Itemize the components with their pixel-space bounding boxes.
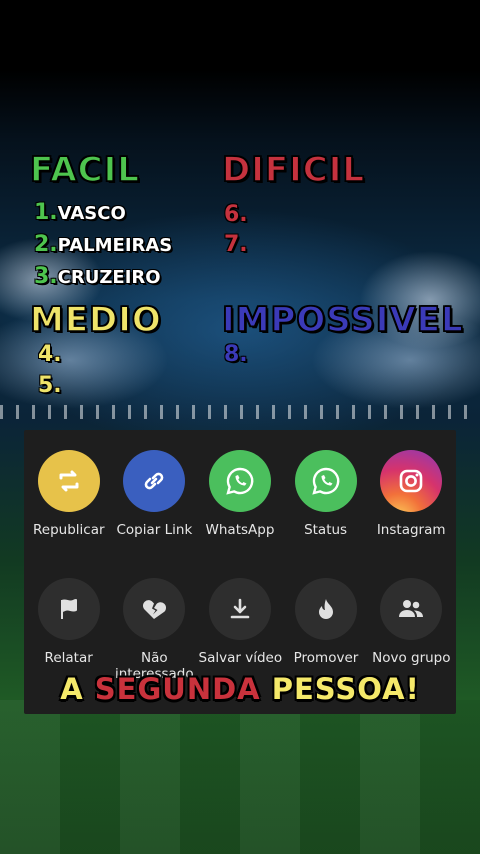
action-relatar-button[interactable]: Relatar: [26, 578, 111, 666]
tier-item-facil-2: 2.PALMEIRAS: [34, 232, 172, 257]
tier-item-medio-5: 5.: [38, 373, 62, 398]
download-icon: [209, 578, 272, 640]
item-number: 5.: [38, 373, 62, 398]
share-copy-link-button[interactable]: Copiar Link: [112, 450, 198, 538]
action-promover-button[interactable]: Promover: [283, 578, 368, 666]
item-team: PALMEIRAS: [57, 235, 173, 256]
action-label: Salvar vídeo: [198, 650, 283, 666]
tier-title-dificil: DIFICIL: [221, 149, 366, 191]
item-number: 8.: [224, 342, 248, 367]
tier-item-impossivel-8: 8.: [224, 342, 248, 367]
action-label: Não interessado: [115, 650, 194, 682]
tier-item-dificil-6: 6.: [224, 202, 248, 227]
flag-icon: [37, 578, 100, 640]
action-label: Relatar: [44, 650, 93, 666]
tier-title-medio: MEDIO: [29, 299, 162, 341]
tier-item-medio-4: 4.: [38, 342, 62, 367]
share-whatsapp-button[interactable]: WhatsApp: [197, 450, 283, 538]
action-label: Promover: [293, 650, 359, 666]
action-nao-interessado-button[interactable]: Não interessado: [111, 578, 197, 682]
share-label: Instagram: [376, 522, 446, 538]
share-republicar-button[interactable]: Republicar: [26, 450, 112, 538]
caption-word-segunda: SEGUNDA: [94, 672, 261, 706]
tier-item-facil-3: 3.CRUZEIRO: [34, 264, 161, 289]
item-number: 4.: [38, 342, 62, 367]
item-number: 6.: [224, 202, 248, 227]
action-salvar-video-button[interactable]: Salvar vídeo: [197, 578, 283, 666]
item-team: CRUZEIRO: [57, 267, 161, 288]
instagram-icon: [380, 450, 443, 512]
caption-word-a: A: [60, 672, 84, 706]
action-novo-grupo-button[interactable]: Novo grupo: [369, 578, 454, 666]
stadium-lights: [0, 405, 480, 419]
share-label: WhatsApp: [205, 522, 275, 538]
action-label: Novo grupo: [372, 650, 451, 666]
flame-icon: [294, 578, 357, 640]
group-icon: [380, 578, 443, 640]
share-label: Copiar Link: [116, 522, 193, 538]
tier-item-facil-1: 1.VASCO: [34, 200, 126, 225]
whatsapp-icon: [208, 450, 271, 512]
tier-title-impossivel: IMPOSSIVEL: [221, 299, 464, 341]
item-team: VASCO: [57, 203, 126, 224]
whatsapp-status-icon: [294, 450, 357, 512]
share-instagram-button[interactable]: Instagram: [368, 450, 454, 538]
caption-word-pessoa: PESSOA!: [271, 672, 420, 706]
pitch-grass: [0, 700, 480, 854]
share-label: Status: [304, 522, 348, 538]
share-label: Republicar: [33, 522, 105, 538]
item-number: 1.: [34, 200, 58, 225]
item-number: 2.: [34, 232, 58, 257]
caption-banner: A SEGUNDA PESSOA!: [0, 672, 480, 706]
share-targets-row: Republicar Copiar Link WhatsApp Status I…: [24, 450, 456, 538]
share-status-button[interactable]: Status: [283, 450, 369, 538]
item-number: 7.: [224, 232, 248, 257]
broken-heart-icon: [123, 578, 186, 640]
tier-title-facil: FACIL: [29, 149, 140, 191]
link-icon: [123, 450, 186, 512]
item-number: 3.: [34, 264, 58, 289]
actions-row: Relatar Não interessado Salvar vídeo Pro…: [24, 578, 456, 682]
tier-item-dificil-7: 7.: [224, 232, 248, 257]
repost-icon: [37, 450, 100, 512]
